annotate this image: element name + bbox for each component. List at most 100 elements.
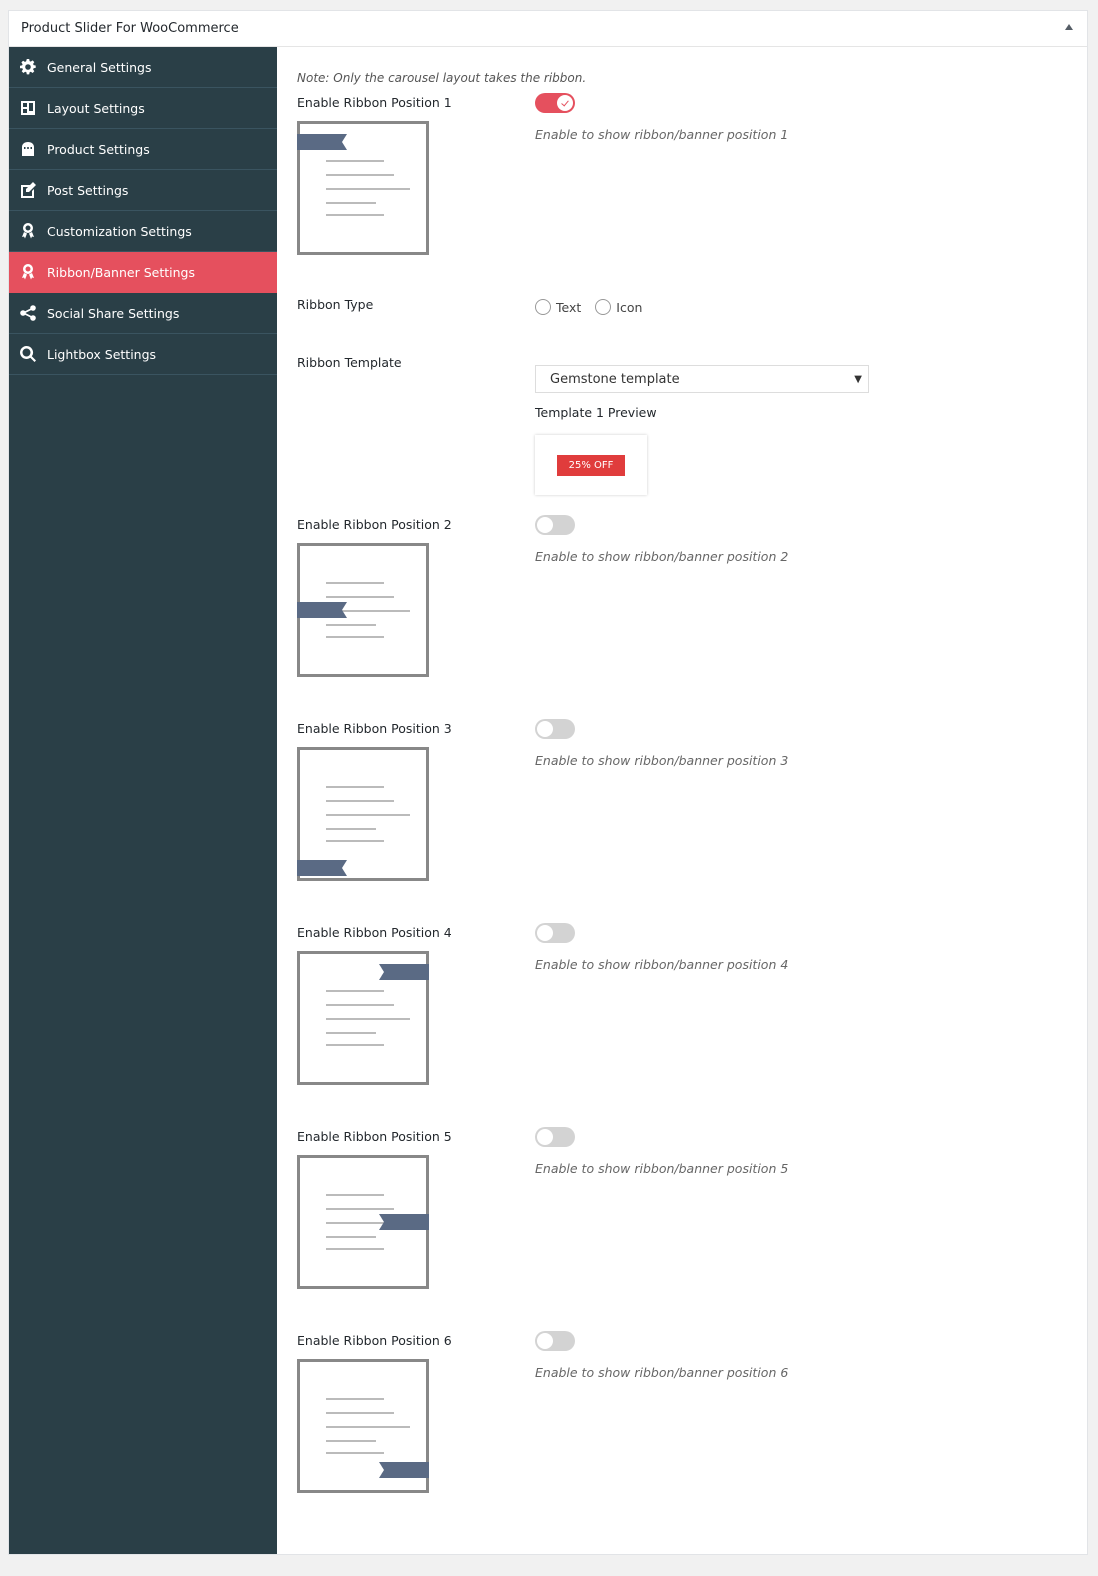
ribbon-icon	[379, 1214, 429, 1230]
ribbon-position-4-help: Enable to show ribbon/banner position 4	[535, 957, 789, 972]
ribbon-icon	[379, 964, 429, 980]
ribbon-position-5-toggle[interactable]	[535, 1127, 575, 1147]
preview-text-line	[326, 840, 384, 842]
preview-text-line	[326, 214, 384, 216]
preview-text-line	[326, 188, 410, 190]
ribbon-position-6-preview	[297, 1359, 429, 1493]
ribbon-position-1-toggle[interactable]	[535, 93, 575, 113]
preview-text-line	[326, 1440, 376, 1442]
carousel-note: Note: Only the carousel layout takes the…	[297, 71, 587, 85]
preview-text-line	[326, 814, 410, 816]
preview-text-line	[326, 800, 394, 802]
ribbon-icon	[297, 134, 347, 150]
panel-title: Product Slider For WooCommerce	[21, 21, 239, 36]
preview-text-line	[326, 1018, 410, 1020]
preview-text-line	[326, 174, 394, 176]
preview-text-line	[326, 1248, 384, 1250]
preview-text-line	[326, 1194, 384, 1196]
sidebar-item-product[interactable]: Product Settings	[9, 129, 277, 170]
sidebar-item-layout[interactable]: Layout Settings	[9, 88, 277, 129]
preview-text-line	[326, 786, 384, 788]
panel-header: Product Slider For WooCommerce	[9, 11, 1087, 47]
ribbon-type-radio-group: Text Icon	[535, 299, 656, 315]
toggle-knob	[537, 517, 553, 533]
preview-text-line	[326, 1236, 376, 1238]
ribbon-position-3-toggle[interactable]	[535, 719, 575, 739]
preview-text-line	[326, 990, 384, 992]
sidebar-item-label: Post Settings	[47, 182, 129, 198]
preview-text-line	[326, 1004, 394, 1006]
ribbon-template-value: Gemstone template	[550, 371, 680, 387]
preview-text-line	[326, 1412, 394, 1414]
toggle-knob	[537, 925, 553, 941]
ribbon-position-3-label: Enable Ribbon Position 3	[297, 721, 452, 736]
ribbon-type-text-radio[interactable]	[535, 299, 551, 315]
triangle-up-icon[interactable]	[1065, 24, 1073, 30]
ribbon-icon	[297, 602, 347, 618]
sidebar-item-ribbon-banner[interactable]: Ribbon/Banner Settings	[9, 252, 277, 293]
ribbon-position-2-toggle[interactable]	[535, 515, 575, 535]
shopping-bag-icon	[9, 141, 47, 157]
ribbon-position-1-label: Enable Ribbon Position 1	[297, 95, 452, 110]
chevron-down-icon: ▼	[854, 374, 862, 385]
ribbon-position-6-toggle[interactable]	[535, 1331, 575, 1351]
preview-text-line	[326, 1032, 376, 1034]
template-preview: 25% OFF	[535, 435, 647, 495]
sidebar-item-general[interactable]: General Settings	[9, 47, 277, 88]
award-icon	[9, 223, 47, 239]
sidebar-item-label: Lightbox Settings	[47, 346, 157, 362]
sidebar-item-post[interactable]: Post Settings	[9, 170, 277, 211]
share-icon	[9, 305, 47, 321]
ribbon-position-2-help: Enable to show ribbon/banner position 2	[535, 549, 789, 564]
ribbon-position-5-label: Enable Ribbon Position 5	[297, 1129, 452, 1144]
ribbon-position-6-label: Enable Ribbon Position 6	[297, 1333, 452, 1348]
ribbon-position-5-preview	[297, 1155, 429, 1289]
preview-text-line	[326, 636, 384, 638]
sidebar-item-lightbox[interactable]: Lightbox Settings	[9, 334, 277, 375]
template-preview-badge: 25% OFF	[557, 455, 625, 476]
ribbon-position-4-label: Enable Ribbon Position 4	[297, 925, 452, 940]
ribbon-position-5-help: Enable to show ribbon/banner position 5	[535, 1161, 789, 1176]
ribbon-position-1-help: Enable to show ribbon/banner position 1	[535, 127, 789, 142]
toggle-knob	[537, 1129, 553, 1145]
layout-icon	[9, 100, 47, 116]
ribbon-icon	[379, 1462, 429, 1478]
preview-text-line	[326, 624, 376, 626]
ribbon-type-label: Ribbon Type	[297, 297, 374, 312]
ribbon-icon	[297, 860, 347, 876]
settings-panel: Product Slider For WooCommerce General S…	[8, 10, 1088, 1555]
ribbon-position-3-help: Enable to show ribbon/banner position 3	[535, 753, 789, 768]
sidebar-item-label: Layout Settings	[47, 100, 145, 116]
toggle-knob	[537, 1333, 553, 1349]
sidebar-item-label: Customization Settings	[47, 223, 192, 239]
search-icon	[9, 346, 47, 362]
ribbon-position-1-preview	[297, 121, 429, 255]
ribbon-position-6-help: Enable to show ribbon/banner position 6	[535, 1365, 789, 1380]
sidebar-item-social-share[interactable]: Social Share Settings	[9, 293, 277, 334]
ribbon-type-text-label[interactable]: Text	[556, 300, 581, 315]
ribbon-position-4-toggle[interactable]	[535, 923, 575, 943]
preview-text-line	[326, 1452, 384, 1454]
template-preview-label: Template 1 Preview	[535, 405, 657, 420]
ribbon-settings-content: Note: Only the carousel layout takes the…	[277, 47, 1087, 1554]
award-icon	[9, 264, 47, 280]
sidebar-item-label: General Settings	[47, 59, 152, 75]
preview-text-line	[326, 596, 394, 598]
toggle-knob	[557, 95, 573, 111]
ribbon-template-label: Ribbon Template	[297, 355, 402, 370]
gear-icon	[9, 59, 47, 75]
sidebar-item-label: Social Share Settings	[47, 305, 180, 321]
ribbon-position-2-label: Enable Ribbon Position 2	[297, 517, 452, 532]
ribbon-position-2-preview	[297, 543, 429, 677]
preview-text-line	[326, 1208, 394, 1210]
ribbon-type-icon-radio[interactable]	[595, 299, 612, 315]
ribbon-type-icon-label[interactable]: Icon	[616, 300, 642, 315]
ribbon-template-select[interactable]: Gemstone template ▼	[535, 365, 869, 393]
preview-text-line	[326, 1398, 384, 1400]
sidebar-item-label: Ribbon/Banner Settings	[47, 264, 195, 280]
sidebar-item-customization[interactable]: Customization Settings	[9, 211, 277, 252]
preview-text-line	[326, 828, 376, 830]
preview-text-line	[326, 1044, 384, 1046]
sidebar-item-label: Product Settings	[47, 141, 150, 157]
preview-text-line	[326, 160, 384, 162]
